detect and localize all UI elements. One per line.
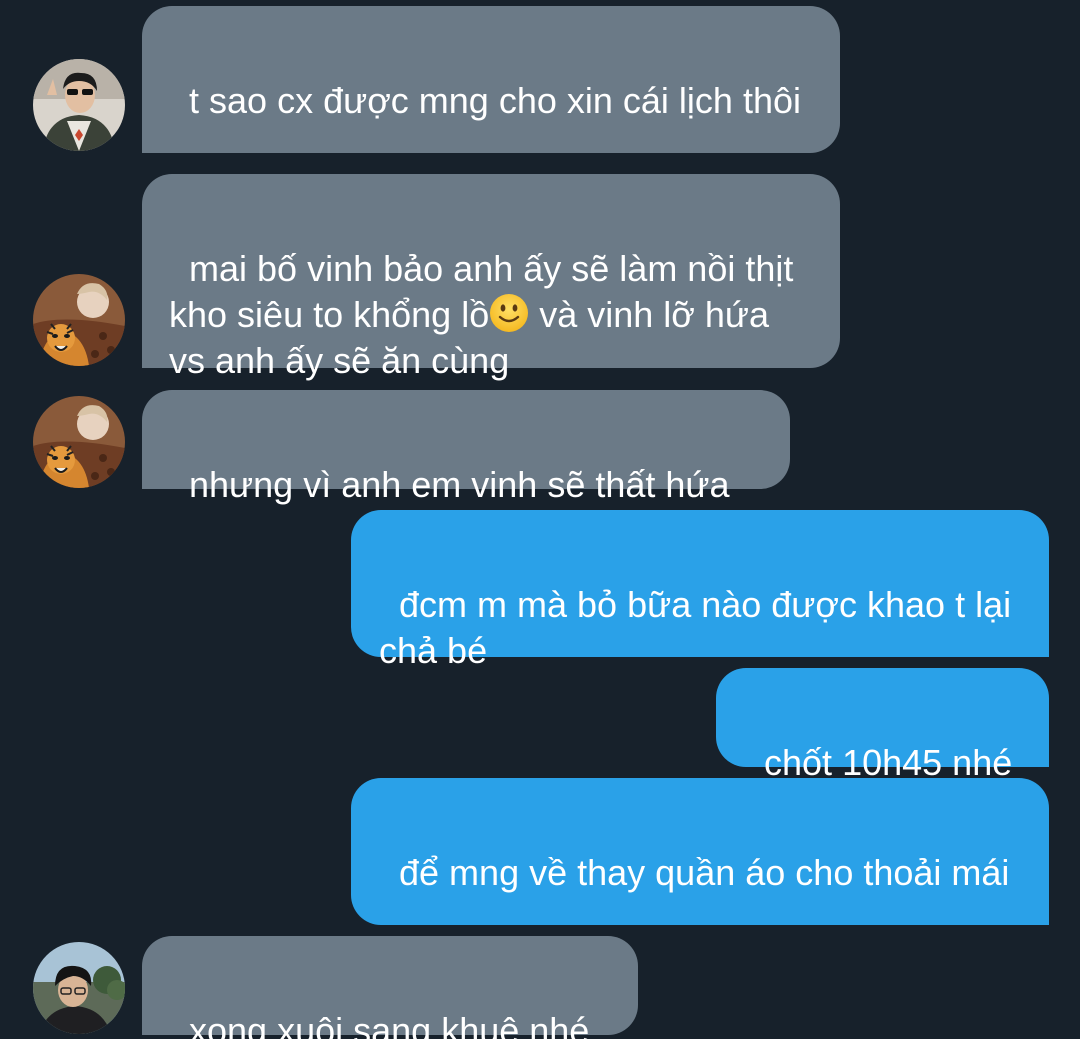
avatar-man-sunglasses-icon[interactable] <box>33 59 125 151</box>
message-bubble-incoming[interactable]: t sao cx được mng cho xin cái lịch thôi <box>142 6 840 153</box>
message-text: chốt 10h45 nhé <box>764 742 1013 783</box>
avatar-tiger-blanket-icon[interactable] <box>33 274 125 366</box>
message-bubble-incoming[interactable]: mai bố vinh bảo anh ấy sẽ làm nồi thịt k… <box>142 174 840 381</box>
message-text: đcm m mà bỏ bữa nào được khao t lại chả … <box>379 584 1022 671</box>
message-text: để mng về thay quần áo cho thoải mái <box>399 852 1010 893</box>
message-bubble-outgoing[interactable]: để mng về thay quần áo cho thoải mái <box>351 778 1049 925</box>
avatar-tiger-blanket-icon[interactable] <box>33 396 125 488</box>
message-bubble-incoming[interactable]: nhưng vì anh em vinh sẽ thất hứa <box>142 390 790 505</box>
message-text: t sao cx được mng cho xin cái lịch thôi <box>189 80 801 121</box>
message-bubble-outgoing[interactable]: đcm m mà bỏ bữa nào được khao t lại chả … <box>351 510 1049 671</box>
slightly-smiling-face-icon <box>490 294 529 332</box>
message-text: nhưng vì anh em vinh sẽ thất hứa <box>189 464 730 505</box>
message-bubble-incoming[interactable]: xong xuôi sang khuê nhé <box>142 936 638 1039</box>
message-text: xong xuôi sang khuê nhé <box>189 1010 590 1039</box>
message-bubble-outgoing[interactable]: chốt 10h45 nhé <box>716 668 1049 783</box>
avatar-man-outdoor-icon[interactable] <box>33 942 125 1034</box>
